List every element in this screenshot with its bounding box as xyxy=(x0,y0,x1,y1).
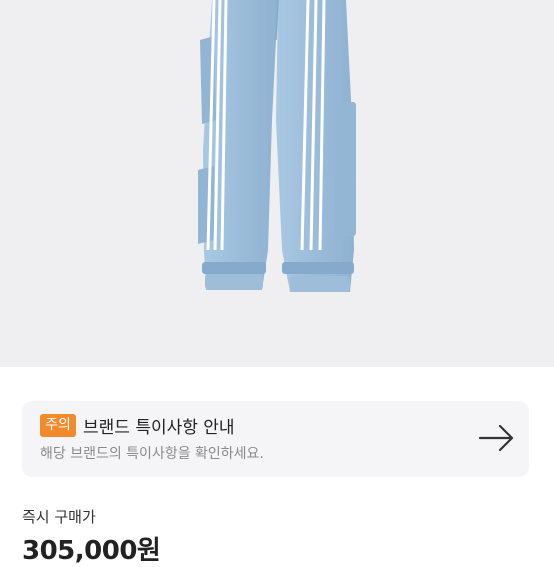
notice-title: 브랜드 특이사항 안내 xyxy=(83,418,235,438)
instant-buy-label: 즉시 구매가 xyxy=(22,508,96,526)
instant-buy-price: 305,000원 xyxy=(22,536,161,566)
product-image[interactable] xyxy=(0,0,554,367)
notice-description: 해당 브랜드의 특이사항을 확인하세요. xyxy=(40,446,264,462)
caution-badge: 주의 xyxy=(40,414,76,437)
brand-notice-card[interactable]: 주의 브랜드 특이사항 안내 해당 브랜드의 특이사항을 확인하세요. xyxy=(22,401,529,477)
arrow-right-icon[interactable] xyxy=(478,421,516,455)
pants-illustration xyxy=(198,0,356,292)
